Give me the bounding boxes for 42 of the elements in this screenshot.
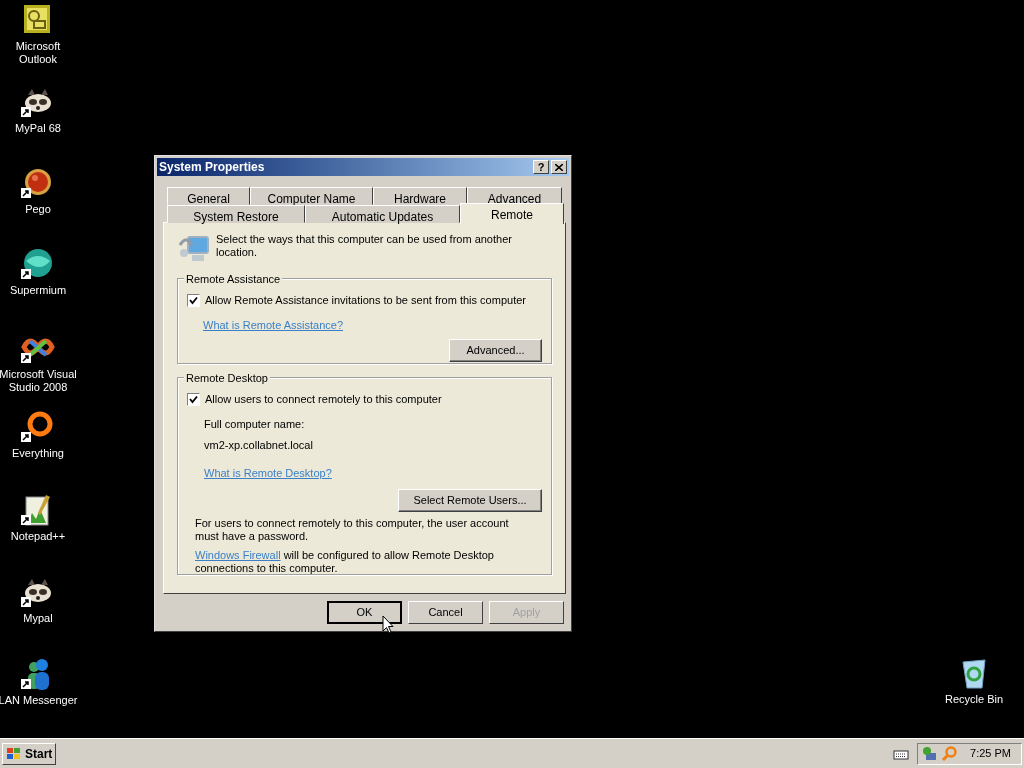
window-title: System Properties [159,159,266,176]
help-link[interactable]: What is Remote Assistance? [203,318,343,331]
icon-label: LAN Messenger [0,694,78,707]
windows-flag-icon [6,746,22,761]
push-button[interactable]: Select Remote Users... [398,488,542,512]
icon-label: MyPal 68 [15,122,61,135]
tab[interactable]: Hardware [373,187,467,205]
start-button[interactable]: Start [2,742,57,765]
icon-label: Recycle Bin [944,693,1004,706]
close-icon [555,163,563,171]
icon-label: Supermium [9,284,67,297]
checkbox[interactable] [187,392,200,406]
tab[interactable]: Automatic Updates [305,205,460,223]
checkbox-label: Allow Remote Assistance invitations to be sent from this computer [205,293,526,308]
icon-label: Microsoft Visual Studio 2008 [0,368,78,394]
tab[interactable]: Remote [460,203,564,224]
firewall-text: Windows Firewall will be configured to allow Remote Desktop connections to this computer. [195,548,495,575]
close-button[interactable] [551,160,567,174]
keyboard-icon[interactable] [893,747,910,760]
firewall-link[interactable]: Windows Firewall [195,548,281,561]
clock[interactable]: 7:25 PM [970,745,1011,762]
checkbox[interactable] [187,293,200,307]
icon-label: Microsoft Outlook [14,40,62,66]
network-icon[interactable] [922,745,939,762]
push-button[interactable]: Advanced... [449,338,542,362]
mouse-pointer-icon [382,615,394,635]
icon-label: Mypal [23,612,53,625]
icon-label: Pego [25,203,51,216]
note-text: For users to connect remotely to this computer, the user account must have a password. [195,516,510,543]
help-button[interactable]: ? [533,160,549,174]
tab[interactable]: System Restore [167,205,305,223]
tab[interactable]: Computer Name [250,187,373,205]
tab[interactable]: General [167,187,250,205]
checkbox-label: Allow users to connect remotely to this computer [205,392,442,407]
help-link[interactable]: What is Remote Desktop? [204,466,332,479]
dialog-button[interactable]: OK [327,601,402,624]
icon-label: Everything [12,447,64,460]
icon-label: Notepad++ [10,530,66,543]
dialog-button[interactable]: Cancel [408,601,483,624]
field-label: Full computer name: [204,416,306,432]
intro-text: Select the ways that this computer can be used from another location. [216,232,513,260]
computer-name: vm2-xp.collabnet.local [204,438,314,453]
